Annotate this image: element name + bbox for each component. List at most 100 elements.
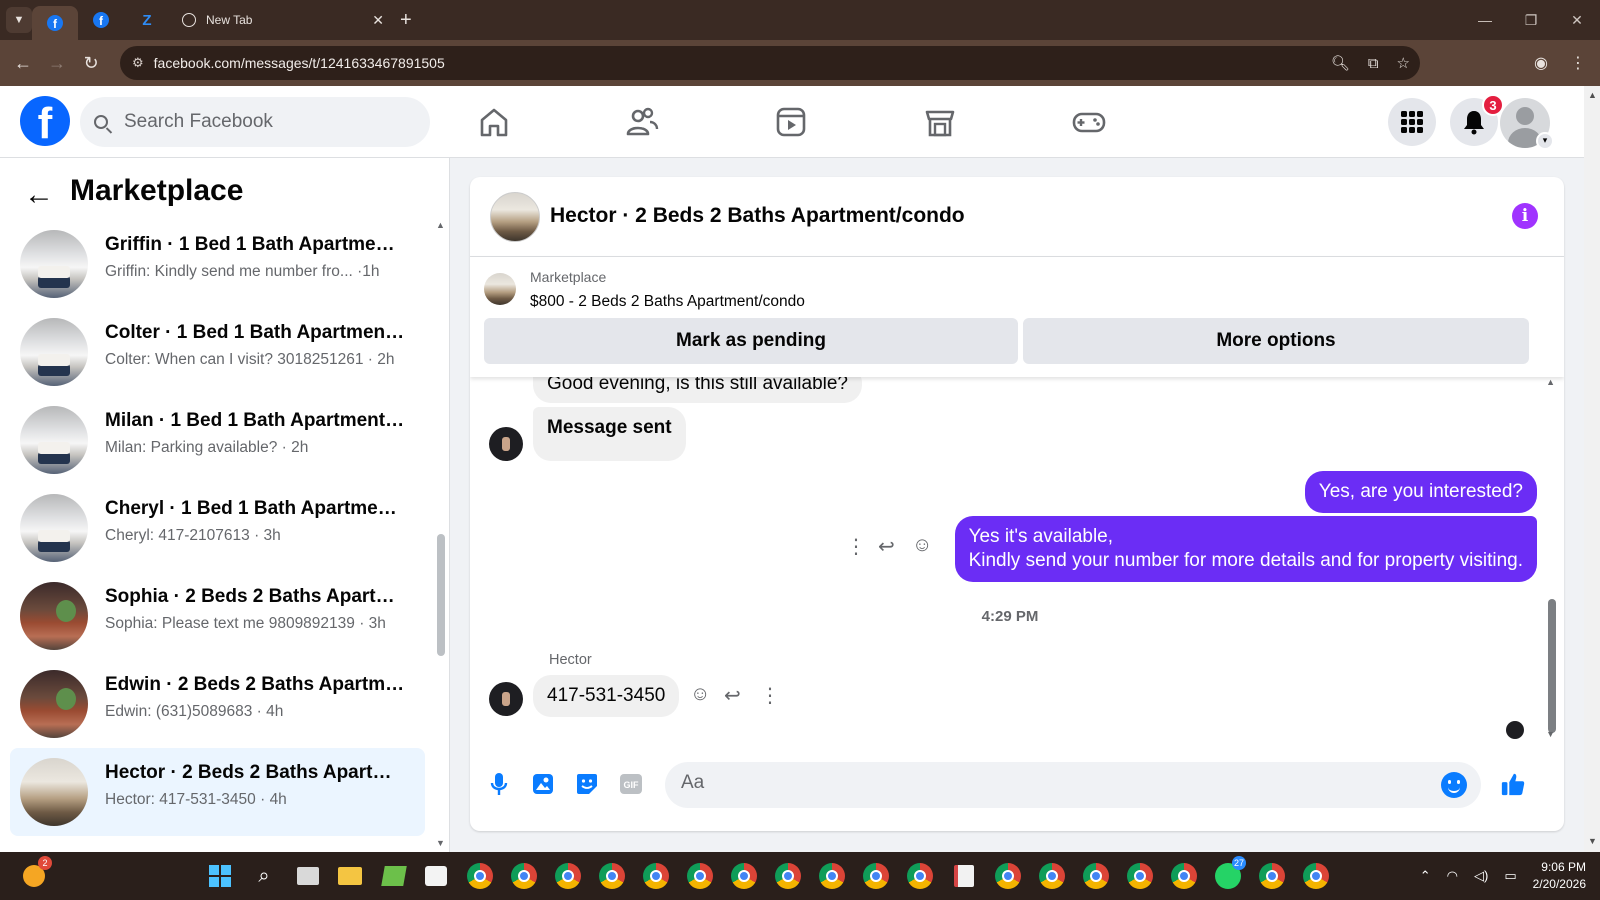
chevron-up-icon[interactable]: ⌃: [1420, 868, 1431, 884]
scroll-down-arrow[interactable]: ▼: [1588, 836, 1597, 846]
bookmark-star-icon[interactable]: ☆: [1397, 54, 1410, 72]
scroll-up-arrow[interactable]: ▲: [1588, 90, 1597, 100]
gif-button[interactable]: GIF: [618, 771, 644, 797]
chrome-icon[interactable]: [464, 860, 496, 892]
minimize-button[interactable]: —: [1462, 12, 1508, 28]
mark-as-pending-button[interactable]: Mark as pending: [484, 318, 1018, 364]
facebook-logo[interactable]: f: [20, 96, 70, 146]
voice-clip-button[interactable]: [486, 771, 512, 797]
forward-button[interactable]: →: [40, 53, 74, 74]
conversation-item[interactable]: Griffin · 1 Bed 1 Bath Apartment/... Gri…: [10, 220, 425, 308]
chrome-icon[interactable]: [1080, 860, 1112, 892]
chrome-icon[interactable]: [1300, 860, 1332, 892]
gaming-icon[interactable]: [1071, 104, 1107, 140]
conversation-item[interactable]: Sophia · 2 Beds 2 Baths Apartme... Sophi…: [10, 572, 425, 660]
site-info-icon[interactable]: ⚙: [132, 55, 144, 71]
conversation-item[interactable]: Edwin · 2 Beds 2 Baths Apartme... Edwin:…: [10, 660, 425, 748]
marketplace-icon[interactable]: [922, 104, 958, 140]
maximize-button[interactable]: ❐: [1508, 12, 1554, 29]
like-button[interactable]: [1500, 771, 1526, 797]
notifications-button[interactable]: 3: [1450, 94, 1504, 146]
file-explorer-icon[interactable]: [334, 860, 366, 892]
chrome-icon[interactable]: [728, 860, 760, 892]
chrome-icon[interactable]: [772, 860, 804, 892]
tab-new-tab[interactable]: New Tab ✕: [170, 0, 390, 40]
profile-icon[interactable]: ◉: [1534, 53, 1548, 73]
new-tab-button[interactable]: +: [400, 9, 412, 32]
conversation-item-active[interactable]: Hector · 2 Beds 2 Baths Apartme... Hecto…: [10, 748, 425, 836]
chrome-icon[interactable]: [1168, 860, 1200, 892]
chrome-icon[interactable]: [596, 860, 628, 892]
page-scrollbar[interactable]: ▲ ▼: [1584, 86, 1600, 852]
scrollbar-thumb[interactable]: [437, 534, 445, 656]
listing-thumbnail[interactable]: [490, 192, 540, 242]
chrome-icon[interactable]: [992, 860, 1024, 892]
message-bubble-outgoing[interactable]: Yes it's available, Kindly send your num…: [954, 516, 1537, 582]
start-button[interactable]: [204, 860, 236, 892]
listing-title[interactable]: $800 - 2 Beds 2 Baths Apartment/condo: [530, 293, 805, 311]
battery-icon[interactable]: ▭: [1504, 868, 1516, 884]
video-icon[interactable]: [773, 104, 809, 140]
chat-title[interactable]: Hector · 2 Beds 2 Baths Apartment/condo: [550, 204, 965, 228]
more-actions-icon[interactable]: ⋮: [760, 683, 780, 708]
browser-menu-icon[interactable]: ⋮: [1570, 53, 1586, 73]
task-view-icon[interactable]: [292, 860, 324, 892]
message-bubble-outgoing[interactable]: Yes, are you interested?: [1304, 471, 1537, 513]
back-button[interactable]: ←: [6, 53, 40, 74]
tab-facebook-active[interactable]: f: [32, 6, 78, 40]
reply-icon[interactable]: ↩: [878, 534, 895, 559]
whatsapp-icon[interactable]: 27: [1212, 856, 1246, 892]
scroll-down-arrow[interactable]: ▼: [436, 838, 445, 848]
sender-avatar[interactable]: [489, 682, 523, 716]
back-arrow-icon[interactable]: ←: [24, 178, 54, 212]
message-bubble-incoming[interactable]: 417-531-3450: [533, 675, 680, 717]
chrome-icon[interactable]: [1036, 860, 1068, 892]
info-icon[interactable]: i: [1512, 203, 1538, 229]
scroll-down-arrow[interactable]: ▼: [1546, 729, 1555, 739]
close-window-button[interactable]: ✕: [1554, 12, 1600, 29]
tab-zillow[interactable]: Z: [124, 0, 170, 40]
tab-facebook[interactable]: f: [78, 0, 124, 40]
more-actions-icon[interactable]: ⋮: [846, 534, 866, 559]
chrome-icon[interactable]: [816, 860, 848, 892]
chrome-icon[interactable]: [1124, 860, 1156, 892]
more-options-button[interactable]: More options: [1023, 318, 1529, 364]
tab-search-dropdown[interactable]: ▼: [6, 7, 32, 33]
chrome-icon[interactable]: [640, 860, 672, 892]
react-emoji-icon[interactable]: ☺: [690, 683, 710, 706]
sticker-button[interactable]: [574, 771, 600, 797]
address-bar[interactable]: ⚙ facebook.com/messages/t/12416334678915…: [120, 46, 1420, 80]
sender-avatar[interactable]: [489, 427, 523, 461]
install-app-icon[interactable]: ⧉: [1368, 55, 1379, 72]
spreadsheet-app-icon[interactable]: [378, 860, 410, 892]
friends-icon[interactable]: [624, 104, 660, 140]
weather-widget[interactable]: 2: [18, 856, 52, 892]
conversation-item[interactable]: Cheryl · 1 Bed 1 Bath Apartment/... Cher…: [10, 484, 425, 572]
attach-photo-button[interactable]: [530, 771, 556, 797]
chrome-icon[interactable]: [552, 860, 584, 892]
conversation-item[interactable]: Milan · 1 Bed 1 Bath Apartment/c... Mila…: [10, 396, 425, 484]
reply-icon[interactable]: ↩: [724, 683, 741, 708]
zoom-icon[interactable]: 🔍︎: [1331, 54, 1350, 72]
clock[interactable]: 9:06 PM 2/20/2026: [1533, 859, 1586, 893]
react-emoji-icon[interactable]: ☺: [912, 534, 932, 557]
reload-button[interactable]: ↻: [74, 53, 108, 74]
search-icon[interactable]: ⌕: [248, 860, 280, 892]
scroll-up-arrow[interactable]: ▲: [1546, 377, 1555, 387]
message-input[interactable]: [681, 772, 1441, 794]
chrome-icon[interactable]: [1256, 860, 1288, 892]
wifi-icon[interactable]: ◠: [1447, 868, 1458, 884]
chrome-icon[interactable]: [904, 860, 936, 892]
chevron-down-icon[interactable]: ▾: [1536, 132, 1554, 150]
store-icon[interactable]: [420, 860, 452, 892]
chrome-icon[interactable]: [860, 860, 892, 892]
search-input[interactable]: [124, 111, 404, 133]
volume-icon[interactable]: ◁): [1474, 868, 1488, 884]
scrollbar-thumb[interactable]: [1548, 599, 1556, 733]
home-icon[interactable]: [476, 104, 512, 140]
conversation-item[interactable]: Colter · 1 Bed 1 Bath Apartment/... Colt…: [10, 308, 425, 396]
close-tab-icon[interactable]: ✕: [372, 12, 384, 29]
scroll-up-arrow[interactable]: ▲: [436, 220, 445, 230]
chrome-icon[interactable]: [508, 860, 540, 892]
snipping-tool-icon[interactable]: [948, 860, 980, 892]
